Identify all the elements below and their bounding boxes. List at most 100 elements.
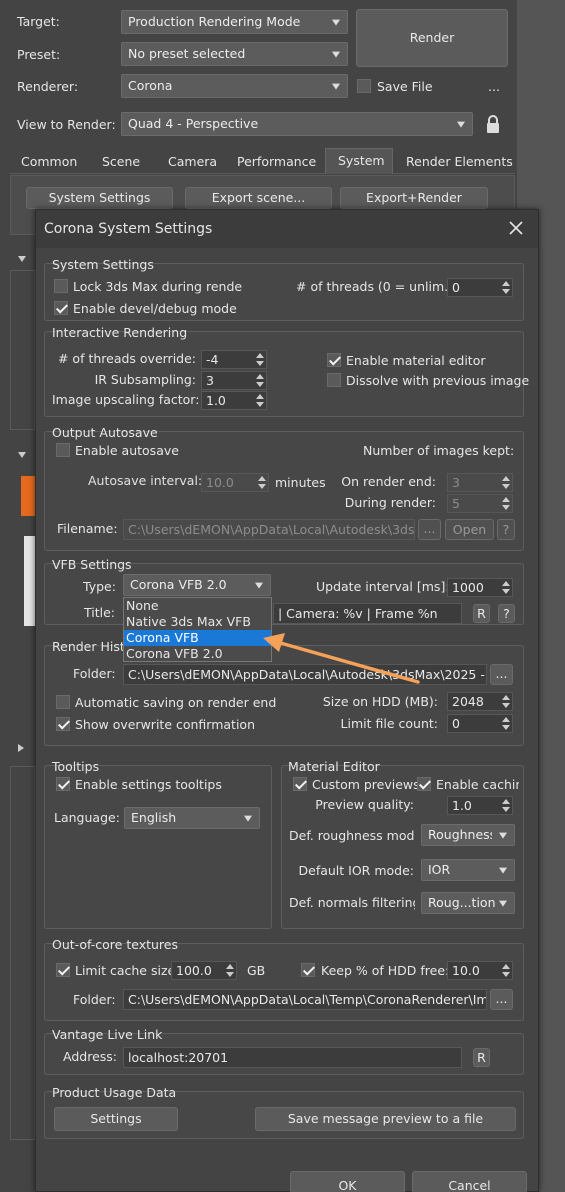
overwrite-checkbox[interactable] bbox=[56, 717, 70, 731]
tab-common[interactable]: Common bbox=[21, 154, 77, 170]
save-preview-button[interactable]: Save message preview to a file bbox=[255, 1107, 516, 1131]
lock-icon[interactable] bbox=[486, 114, 500, 134]
rollout-toggle-1[interactable] bbox=[18, 256, 26, 262]
rollout-toggle-2[interactable] bbox=[18, 452, 26, 458]
vfb-option-corona-vfb-selected[interactable]: Corona VFB bbox=[124, 630, 271, 646]
autosave-help-button[interactable]: ? bbox=[497, 519, 515, 540]
renderer-dropdown[interactable]: Corona bbox=[121, 74, 348, 98]
ooc-folder-input[interactable]: C:\Users\dEMON\AppData\Local\Temp\Corona… bbox=[123, 989, 487, 1010]
roughness-mode-value: Roughness bbox=[428, 827, 492, 842]
save-file-checkbox[interactable] bbox=[357, 79, 371, 93]
tab-scene[interactable]: Scene bbox=[102, 154, 140, 170]
threads-label: # of threads (0 = unlim.): bbox=[296, 279, 458, 294]
filename-input[interactable]: C:\Users\dEMON\AppData\Local\Autodesk\3d… bbox=[123, 519, 415, 540]
vfb-title-input[interactable]: | Camera: %v | Frame %n bbox=[273, 603, 462, 624]
threads-input[interactable]: 0 bbox=[447, 278, 513, 297]
auto-save-history-checkbox[interactable] bbox=[56, 695, 70, 709]
autosave-interval-input[interactable]: 10.0 bbox=[201, 473, 269, 492]
vfb-help-button[interactable]: ? bbox=[498, 604, 515, 623]
more-button[interactable]: ... bbox=[488, 79, 500, 95]
spinner-icon[interactable] bbox=[256, 353, 264, 366]
target-dropdown[interactable]: Production Rendering Mode bbox=[121, 10, 348, 34]
spinner-icon[interactable] bbox=[256, 374, 264, 387]
spinner-icon[interactable] bbox=[502, 799, 510, 812]
chevron-down-icon bbox=[332, 51, 340, 58]
upscaling-input[interactable]: 1.0 bbox=[201, 391, 267, 410]
tab-performance[interactable]: Performance bbox=[237, 154, 316, 170]
save-file-label: Save File bbox=[377, 79, 433, 94]
cancel-button[interactable]: Cancel bbox=[412, 1171, 527, 1192]
spinner-icon[interactable] bbox=[502, 717, 510, 730]
vantage-r-button[interactable]: R bbox=[473, 1048, 490, 1067]
vfb-r-button[interactable]: R bbox=[473, 604, 490, 623]
spinner-icon[interactable] bbox=[502, 695, 510, 708]
ooc-browse-button[interactable]: ... bbox=[490, 989, 513, 1010]
vantage-title: Vantage Live Link bbox=[52, 1027, 163, 1042]
limit-cache-input[interactable]: 100.0 bbox=[171, 961, 237, 980]
number-kept-label: Number of images kept: bbox=[363, 443, 515, 458]
bg-rollout-3 bbox=[10, 766, 35, 1140]
custom-previews-checkbox[interactable] bbox=[293, 777, 307, 791]
render-button[interactable]: Render bbox=[356, 9, 508, 67]
tab-camera[interactable]: Camera bbox=[168, 154, 217, 170]
chevron-down-icon bbox=[499, 900, 507, 907]
vfb-option-corona-2[interactable]: Corona VFB 2.0 bbox=[124, 646, 271, 662]
during-input[interactable]: 5 bbox=[447, 494, 513, 513]
usage-settings-button[interactable]: Settings bbox=[54, 1107, 178, 1131]
spinner-icon[interactable] bbox=[502, 497, 510, 510]
spinner-icon[interactable] bbox=[256, 394, 264, 407]
tab-system[interactable]: System bbox=[338, 153, 385, 169]
threads-override-input[interactable]: -4 bbox=[201, 350, 267, 369]
close-icon[interactable] bbox=[508, 220, 524, 236]
open-button[interactable]: Open bbox=[445, 519, 494, 540]
ior-mode-dropdown[interactable]: IOR bbox=[421, 859, 515, 881]
roughness-mode-dropdown[interactable]: Roughness bbox=[421, 824, 515, 846]
filename-browse-button[interactable]: ... bbox=[418, 519, 441, 540]
bg-rollout-1 bbox=[10, 270, 35, 430]
enable-autosave-checkbox[interactable] bbox=[56, 443, 70, 457]
spinner-icon[interactable] bbox=[258, 476, 266, 489]
vfb-option-none[interactable]: None bbox=[124, 598, 271, 614]
address-value: localhost:20701 bbox=[128, 1050, 229, 1065]
bg-rollout-2 bbox=[24, 536, 35, 626]
spinner-icon[interactable] bbox=[502, 964, 510, 977]
ok-button[interactable]: OK bbox=[290, 1171, 405, 1192]
rollout-toggle-3[interactable] bbox=[18, 744, 24, 752]
spinner-icon[interactable] bbox=[502, 581, 510, 594]
chevron-down-icon bbox=[244, 815, 252, 822]
hdd-size-input[interactable]: 2048 bbox=[447, 692, 513, 711]
system-settings-title: System Settings bbox=[52, 257, 154, 272]
tab-render-elements[interactable]: Render Elements bbox=[406, 154, 513, 170]
lock-3ds-checkbox[interactable] bbox=[54, 279, 68, 293]
keep-hdd-free-checkbox[interactable] bbox=[301, 963, 315, 977]
enable-caching-checkbox[interactable] bbox=[417, 777, 431, 791]
vfb-type-dropdown[interactable]: Corona VFB 2.0 bbox=[123, 574, 271, 596]
bg-export-render-button[interactable]: Export+Render bbox=[340, 187, 488, 209]
limit-count-label: Limit file count: bbox=[340, 716, 438, 731]
normals-filtering-dropdown[interactable]: Roug...tion bbox=[421, 892, 515, 914]
limit-cache-checkbox[interactable] bbox=[56, 963, 70, 977]
enable-devel-checkbox[interactable] bbox=[54, 301, 68, 315]
limit-count-input[interactable]: 0 bbox=[447, 714, 513, 733]
vfb-option-native[interactable]: Native 3ds Max VFB bbox=[124, 614, 271, 630]
enable-tooltips-checkbox[interactable] bbox=[56, 777, 70, 791]
language-dropdown[interactable]: English bbox=[124, 807, 260, 829]
keep-hdd-free-input[interactable]: 10.0 bbox=[447, 961, 513, 980]
address-input[interactable]: localhost:20701 bbox=[123, 1047, 462, 1068]
view-dropdown[interactable]: Quad 4 - Perspective bbox=[121, 112, 473, 136]
history-browse-button[interactable]: ... bbox=[490, 664, 513, 685]
material-editor-checkbox[interactable] bbox=[327, 353, 341, 367]
preview-quality-input[interactable]: 1.0 bbox=[447, 796, 513, 815]
bg-system-settings-button[interactable]: System Settings bbox=[26, 187, 173, 209]
spinner-icon[interactable] bbox=[502, 476, 510, 489]
bg-export-scene-button[interactable]: Export scene... bbox=[185, 187, 332, 209]
ir-subsampling-input[interactable]: 3 bbox=[201, 371, 267, 390]
update-interval-input[interactable]: 1000 bbox=[447, 578, 513, 597]
spinner-icon[interactable] bbox=[226, 964, 234, 977]
on-end-input[interactable]: 3 bbox=[447, 473, 513, 492]
chevron-down-icon bbox=[457, 121, 465, 128]
dissolve-checkbox[interactable] bbox=[327, 373, 341, 387]
preset-dropdown[interactable]: No preset selected bbox=[121, 42, 348, 66]
spinner-icon[interactable] bbox=[502, 281, 510, 294]
vfb-option-corona-2-label: Corona VFB 2.0 bbox=[126, 646, 223, 661]
